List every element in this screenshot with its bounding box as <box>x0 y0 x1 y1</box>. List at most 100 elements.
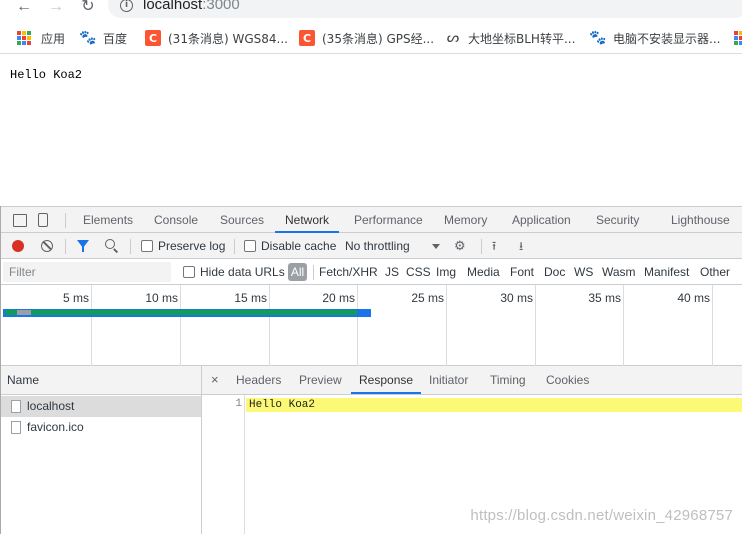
bookmark-label: 电脑不安装显示器... <box>613 31 721 46</box>
bookmark-display[interactable]: 🐾 电脑不安装显示器... <box>589 30 721 46</box>
filter-type-font[interactable]: Font <box>510 259 534 285</box>
devtools-main-tabs: Elements Console Sources Network Perform… <box>1 206 742 233</box>
filter-type-img[interactable]: Img <box>436 259 456 285</box>
address-port: :3000 <box>202 0 240 13</box>
site-info-icon[interactable]: i <box>120 0 133 12</box>
request-name: favicon.ico <box>27 420 84 434</box>
filter-type-doc[interactable]: Doc <box>544 259 565 285</box>
request-row-localhost[interactable]: localhost <box>1 396 201 417</box>
timeline-tick-label: 5 ms <box>62 291 89 305</box>
filter-type-manifest[interactable]: Manifest <box>644 259 689 285</box>
tab-sources[interactable]: Sources <box>220 207 264 233</box>
filter-type-wasm[interactable]: Wasm <box>602 259 636 285</box>
request-list-header[interactable]: Name <box>1 366 201 395</box>
preserve-log-label: Preserve log <box>158 239 226 253</box>
close-icon[interactable]: × <box>211 366 219 394</box>
timeline-gridline <box>180 285 181 366</box>
back-arrow-icon[interactable]: ← <box>14 0 34 15</box>
bookmark-label: 大地坐标BLH转平... <box>468 31 576 46</box>
tab-initiator[interactable]: Initiator <box>429 366 468 394</box>
network-conditions-icon[interactable]: ⚙ <box>454 239 466 253</box>
search-icon[interactable] <box>105 239 115 249</box>
bookmark-label: 百度 <box>103 31 128 46</box>
request-row-favicon[interactable]: favicon.ico <box>1 417 201 438</box>
inspect-element-icon[interactable] <box>13 214 27 227</box>
filter-input[interactable] <box>3 262 171 282</box>
disable-cache-label: Disable cache <box>261 239 337 253</box>
tab-network[interactable]: Network <box>275 207 340 233</box>
device-toolbar-icon[interactable] <box>38 213 48 227</box>
tab-timing[interactable]: Timing <box>490 366 526 394</box>
network-overview-timeline[interactable]: 5 ms 10 ms 15 ms 20 ms 25 ms 30 ms 35 ms… <box>1 285 742 366</box>
baidu-paw-icon: 🐾 <box>589 30 607 46</box>
hide-data-urls-checkbox[interactable]: Hide data URLs <box>183 259 285 285</box>
watermark-text: https://blog.csdn.net/weixin_42968757 <box>470 507 733 524</box>
throttling-select[interactable]: No throttling <box>345 233 410 259</box>
request-detail-tabs: × Headers Preview Response Initiator Tim… <box>202 366 742 395</box>
page-body-text: Hello Koa2 <box>10 68 83 82</box>
bookmark-csdn-gps[interactable]: C (35条消息) GPS经... <box>299 30 434 46</box>
tab-preview[interactable]: Preview <box>299 366 342 394</box>
filter-type-css[interactable]: CSS <box>406 259 431 285</box>
tab-elements[interactable]: Elements <box>83 207 133 233</box>
document-icon <box>11 421 21 434</box>
timeline-tick-label: 20 ms <box>322 291 355 305</box>
filter-type-fetch-xhr[interactable]: Fetch/XHR <box>319 259 378 285</box>
checkbox-box <box>244 240 256 252</box>
forward-arrow-icon[interactable]: → <box>46 0 66 15</box>
clear-icon[interactable] <box>41 240 53 252</box>
timeline-gridline <box>535 285 536 366</box>
timeline-tick-label: 35 ms <box>588 291 621 305</box>
tab-application[interactable]: Application <box>512 207 571 233</box>
tab-cookies[interactable]: Cookies <box>546 366 589 394</box>
bookmark-blh[interactable]: ᔕ 大地坐标BLH转平... <box>445 30 576 46</box>
filter-icon[interactable] <box>77 240 89 252</box>
timeline-gridline <box>269 285 270 366</box>
csdn-icon: C <box>145 30 161 46</box>
disable-cache-checkbox[interactable]: Disable cache <box>244 233 336 259</box>
checkbox-box <box>183 266 195 278</box>
filter-type-media[interactable]: Media <box>467 259 500 285</box>
tab-lighthouse[interactable]: Lighthouse <box>671 207 730 233</box>
chevron-down-icon[interactable] <box>432 244 440 249</box>
toolbar-divider <box>481 239 482 254</box>
address-bar[interactable]: i localhost:3000 <box>108 0 742 18</box>
response-body-line[interactable]: Hello Koa2 <box>246 398 742 412</box>
toolbar-divider <box>234 239 235 254</box>
apps-grid-icon <box>734 31 742 45</box>
tab-performance[interactable]: Performance <box>354 207 423 233</box>
export-har-icon[interactable]: ⭳ <box>519 239 523 253</box>
timeline-tick-label: 30 ms <box>500 291 533 305</box>
network-filter-bar: Hide data URLs All Fetch/XHR JS CSS Img … <box>1 259 742 285</box>
tab-console[interactable]: Console <box>154 207 198 233</box>
preserve-log-checkbox[interactable]: Preserve log <box>141 233 225 259</box>
leaf-icon: ᔕ <box>446 30 460 46</box>
import-har-icon[interactable]: ⭱ <box>492 239 496 253</box>
address-url[interactable]: localhost:3000 <box>143 0 240 13</box>
bookmark-apps[interactable]: 应用 <box>17 30 65 46</box>
filter-type-all[interactable]: All <box>288 263 307 281</box>
tab-response[interactable]: Response <box>351 366 422 394</box>
request-name: localhost <box>27 399 75 413</box>
tab-memory[interactable]: Memory <box>444 207 487 233</box>
browser-toolbar: ← → ↻ i localhost:3000 <box>0 0 742 22</box>
record-icon[interactable] <box>12 240 24 252</box>
bookmark-csdn-wgs84[interactable]: C (31条消息) WGS84... <box>145 30 288 46</box>
filter-type-js[interactable]: JS <box>385 259 399 285</box>
tab-headers[interactable]: Headers <box>236 366 281 394</box>
filter-type-ws[interactable]: WS <box>574 259 593 285</box>
bookmark-overflow[interactable] <box>734 30 742 46</box>
timeline-gridline <box>446 285 447 366</box>
toolbar-divider <box>65 239 66 254</box>
filter-type-other[interactable]: Other <box>700 259 730 285</box>
bookmark-baidu[interactable]: 🐾 百度 <box>79 30 128 46</box>
timeline-tick-label: 25 ms <box>411 291 444 305</box>
devtools-panel: Elements Console Sources Network Perform… <box>0 206 742 534</box>
request-list: Name localhost favicon.ico <box>1 366 202 534</box>
timeline-gridline <box>91 285 92 366</box>
reload-icon[interactable]: ↻ <box>78 0 98 15</box>
timeline-gridline <box>623 285 624 366</box>
document-icon <box>11 400 21 413</box>
timeline-tick-label: 10 ms <box>145 291 178 305</box>
tab-security[interactable]: Security <box>596 207 639 233</box>
